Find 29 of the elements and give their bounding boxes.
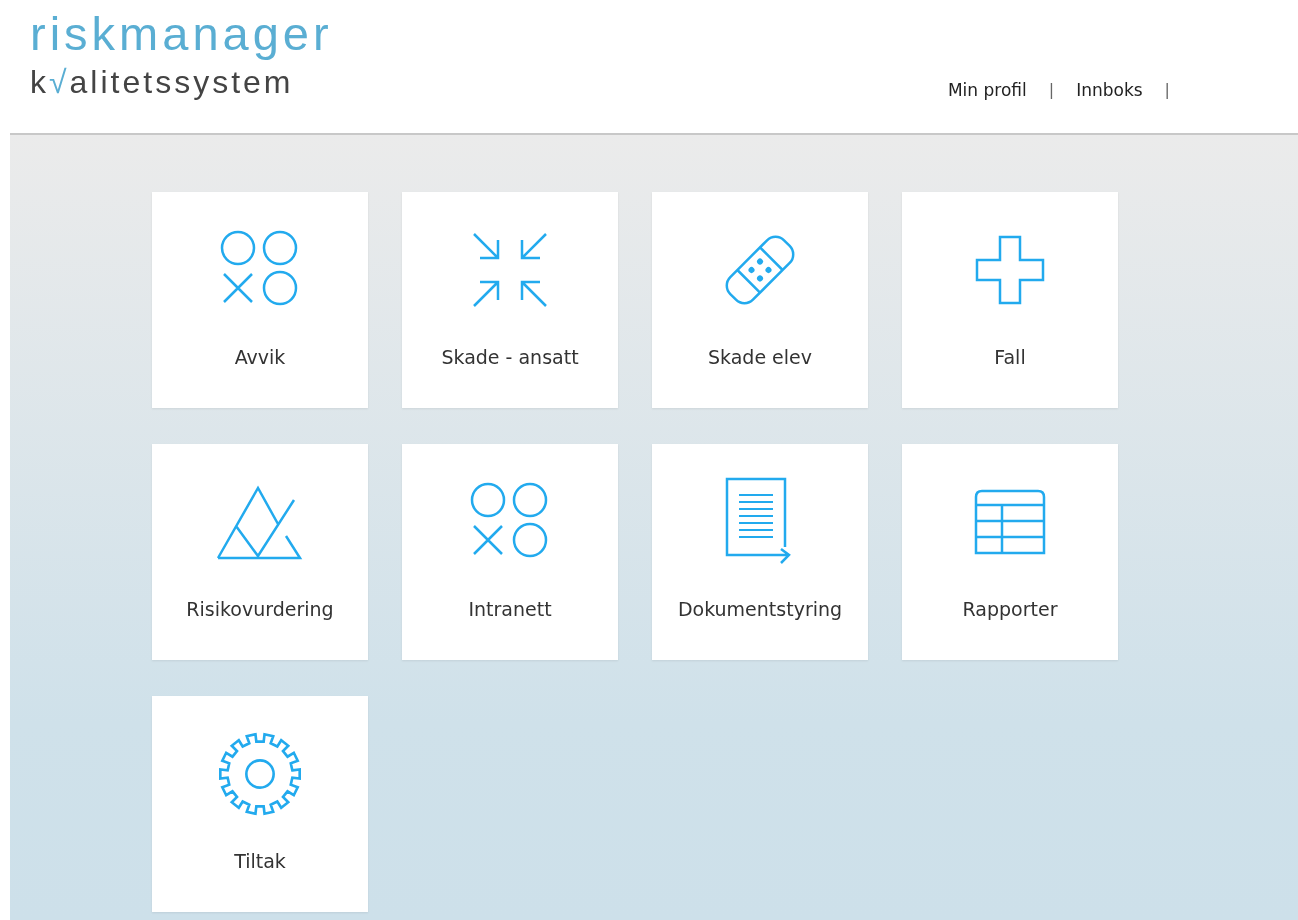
tile-label: Avvik (234, 346, 286, 368)
tile-label: Intranett (468, 598, 552, 620)
nav-link[interactable]: Innboks (1076, 80, 1143, 100)
nav-separator: | (1048, 80, 1055, 99)
module-tile[interactable]: Tiltak (152, 696, 368, 912)
module-tile[interactable]: Skade - ansatt (402, 192, 618, 408)
table-icon (974, 489, 1046, 555)
gear-icon (218, 732, 302, 816)
mountain-icon (216, 484, 304, 560)
module-tile[interactable]: Risikovurdering (152, 444, 368, 660)
tile-label: Dokumentstyring (677, 598, 843, 620)
plus-icon (975, 235, 1045, 305)
module-tile[interactable]: Intranett (402, 444, 618, 660)
tile-label: Skade - ansatt (441, 346, 579, 368)
tile-label: Rapporter (962, 598, 1058, 620)
nav-link[interactable]: Min profil (947, 80, 1027, 100)
tile-label: Risikovurdering (186, 598, 334, 620)
tile-label: Tiltak (234, 850, 286, 872)
module-tile[interactable]: Rapporter (902, 444, 1118, 660)
module-tile[interactable]: Dokumentstyring (652, 444, 868, 660)
nav-separator: | (1164, 80, 1170, 99)
tile-label: Fall (994, 346, 1026, 368)
logo-title: riskmanager (30, 8, 333, 60)
module-tile[interactable]: Avvik (152, 192, 368, 408)
arrows-inward-icon (472, 232, 548, 308)
module-tile[interactable]: Fall (902, 192, 1118, 408)
tile-label: Skade elev (707, 346, 813, 368)
module-tile[interactable]: Skade elev (652, 192, 868, 408)
logo-subtitle: k√alitetssystem (30, 63, 295, 102)
